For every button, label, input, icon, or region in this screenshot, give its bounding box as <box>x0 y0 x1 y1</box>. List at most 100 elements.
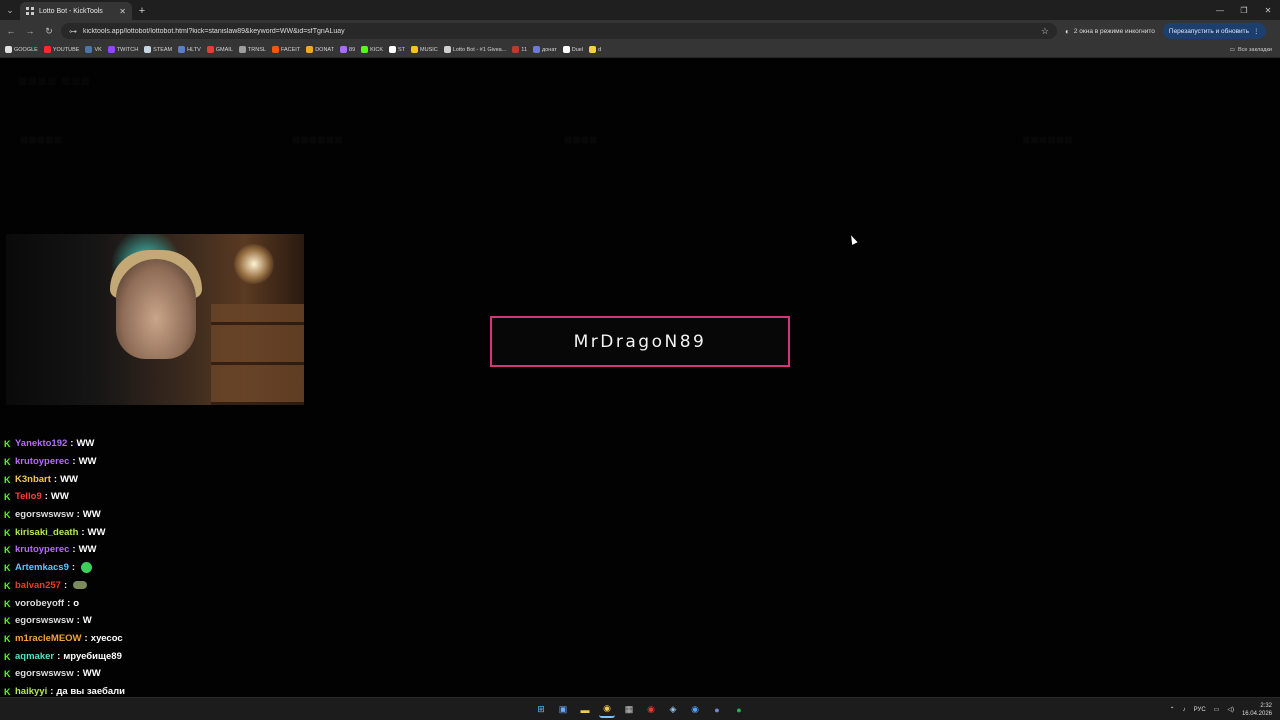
chat-username[interactable]: m1racleMEOW <box>15 633 82 644</box>
chat-message-text: WW <box>82 668 101 680</box>
discord-icon[interactable]: ● <box>709 702 725 718</box>
chat-username[interactable]: egorswswsw <box>15 615 74 626</box>
chat-username[interactable]: egorswswsw <box>15 668 74 679</box>
bookmark-favicon-icon <box>5 46 12 53</box>
screen: ⌄ Lotto Bot - KickTools ✕ + — ❐ ✕ ← → ↻ … <box>0 0 1280 720</box>
bookmark-label: HLTV <box>187 46 201 53</box>
maximize-icon[interactable]: ❐ <box>1232 0 1256 20</box>
winner-dialog: MrDragoN89 <box>490 316 790 367</box>
browser-tab[interactable]: Lotto Bot - KickTools ✕ <box>20 2 132 20</box>
chat-username[interactable]: vorobeyoff <box>15 598 64 609</box>
bookmark-favicon-icon <box>389 46 397 53</box>
chat-username[interactable]: Tello9 <box>15 491 42 502</box>
chat-separator: : <box>50 685 54 697</box>
bookmark-favicon-icon <box>238 46 246 53</box>
chat-message-text: мруебище89 <box>63 650 122 662</box>
chat-separator: : <box>76 615 80 627</box>
microphone-icon[interactable]: ♪ <box>1183 707 1186 713</box>
winner-name: MrDragoN89 <box>573 331 707 352</box>
chrome-incognito-icon[interactable]: ◉ <box>643 702 659 718</box>
back-icon[interactable]: ← <box>3 23 19 39</box>
bookmark-item[interactable]: 11 <box>512 46 527 53</box>
chat-username[interactable]: Yanekto192 <box>15 438 67 449</box>
network-icon[interactable]: ▭ <box>1214 706 1220 713</box>
incognito-indicator[interactable]: ◐ 2 окна в режиме инкогнито <box>1065 23 1155 39</box>
bookmark-item[interactable]: FACEIT <box>271 46 300 53</box>
bookmark-favicon-icon <box>562 46 570 53</box>
bookmark-label: KICK <box>370 46 384 53</box>
bookmark-item[interactable]: GOOGLE <box>5 46 38 53</box>
bookmark-item[interactable]: донат <box>533 46 557 53</box>
kick-badge-icon: K <box>4 686 11 697</box>
chat-message: Kvorobeyoff: o <box>0 594 280 612</box>
kick-badge-icon: K <box>4 545 11 556</box>
bookmark-item[interactable]: MUSIC <box>411 46 438 53</box>
webcam-lamp <box>234 244 274 284</box>
all-bookmarks-button[interactable]: ▭ Все закладки <box>1230 42 1272 58</box>
start-icon[interactable]: ⊞ <box>533 702 549 718</box>
bookmark-item[interactable]: Duel <box>562 46 583 53</box>
chat-username[interactable]: krutoyperec <box>15 544 69 555</box>
chrome-profile-icon[interactable]: ◉ <box>687 702 703 718</box>
relaunch-label: Перезапустить и обновить <box>1168 27 1250 35</box>
new-tab-button[interactable]: + <box>132 2 152 20</box>
bookmark-item[interactable]: STEAM <box>144 46 172 53</box>
language-indicator[interactable]: РУС <box>1194 707 1206 713</box>
reload-icon[interactable]: ↻ <box>41 23 57 39</box>
bookmark-item[interactable]: TWITCH <box>107 46 138 53</box>
webcam-shelf <box>211 304 304 405</box>
chat-username[interactable]: krutoyperec <box>15 456 69 467</box>
chat-separator: : <box>76 509 80 521</box>
tab-search-icon[interactable]: ⌄ <box>0 0 20 20</box>
chrome-icon[interactable]: ◉ <box>599 702 615 718</box>
taskbar-apps: ⊞ ▣ ▬ ◉ ▦ ◉ ◈ ◉ ● ● <box>533 698 747 720</box>
bookmark-item[interactable]: HLTV <box>178 46 201 53</box>
kicktools-favicon-icon <box>26 7 34 15</box>
bookmark-item[interactable]: GMAIL <box>206 46 233 53</box>
volume-icon[interactable]: ◁) <box>1227 706 1234 713</box>
relaunch-update-button[interactable]: Перезапустить и обновить ⋮ <box>1162 23 1266 39</box>
bookmark-item[interactable]: Lotto Bot - #1 Givea... <box>443 46 506 53</box>
address-bar[interactable]: ⊶ kicktools.app/lottobot/lottobot.html?k… <box>61 23 1057 39</box>
bookmark-item[interactable]: YOUTUBE <box>43 46 79 53</box>
browser-toolbar: ← → ↻ ⊶ kicktools.app/lottobot/lottobot.… <box>0 20 1280 42</box>
chat-username[interactable]: Artemkacs9 <box>15 562 69 573</box>
bookmarks-bar: GOOGLE YOUTUBE VK TWITCH STEAM HLTV GMAIL TRNSL… <box>0 42 1280 58</box>
chat-message: K Tello9: WW <box>0 488 280 506</box>
kick-badge-icon: K <box>4 616 11 627</box>
forward-icon[interactable]: → <box>22 23 38 39</box>
bookmark-favicon-icon <box>306 46 314 53</box>
bookmark-item[interactable]: 89 <box>340 46 355 53</box>
kick-badge-icon: K <box>4 510 11 521</box>
webcam-streamer-face <box>116 259 196 359</box>
bookmark-item[interactable]: TRNSL <box>238 46 266 53</box>
gallery-icon[interactable]: ▣ <box>555 702 571 718</box>
clock[interactable]: 2:32 16.04.2026 <box>1242 702 1272 718</box>
chat-username[interactable]: aqmaker <box>15 651 54 662</box>
bookmark-item[interactable]: DONAT <box>306 46 334 53</box>
bookmark-item[interactable]: d <box>589 46 601 53</box>
minimize-icon[interactable]: — <box>1208 0 1232 20</box>
kick-badge-icon: K <box>4 669 11 680</box>
steam-icon[interactable]: ◈ <box>665 702 681 718</box>
chat-message-text: WW <box>78 456 97 468</box>
calculator-icon[interactable]: ▦ <box>621 702 637 718</box>
bookmark-label: ST <box>398 46 406 53</box>
bookmark-item[interactable]: ST <box>389 46 405 53</box>
chat-username[interactable]: haikyyi <box>15 686 47 697</box>
close-tab-icon[interactable]: ✕ <box>119 7 126 16</box>
tray-overflow-icon[interactable]: ⌃ <box>1170 706 1175 713</box>
bookmark-item[interactable]: VK <box>85 46 102 53</box>
site-info-icon[interactable]: ⊶ <box>69 27 77 36</box>
bookmark-favicon-icon <box>340 46 348 53</box>
chat-username[interactable]: egorswswsw <box>15 509 74 520</box>
spotify-icon[interactable]: ● <box>731 702 747 718</box>
chat-username[interactable]: kirisaki_death <box>15 527 78 538</box>
chat-username[interactable]: balvan257 <box>15 580 61 591</box>
close-window-icon[interactable]: ✕ <box>1256 0 1280 20</box>
file-explorer-icon[interactable]: ▬ <box>577 702 593 718</box>
chat-username[interactable]: K3nbart <box>15 474 51 485</box>
bookmark-star-icon[interactable]: ☆ <box>1041 26 1049 37</box>
incognito-label: 2 окна в режиме инкогнито <box>1073 27 1155 35</box>
bookmark-item[interactable]: KICK <box>361 46 383 53</box>
